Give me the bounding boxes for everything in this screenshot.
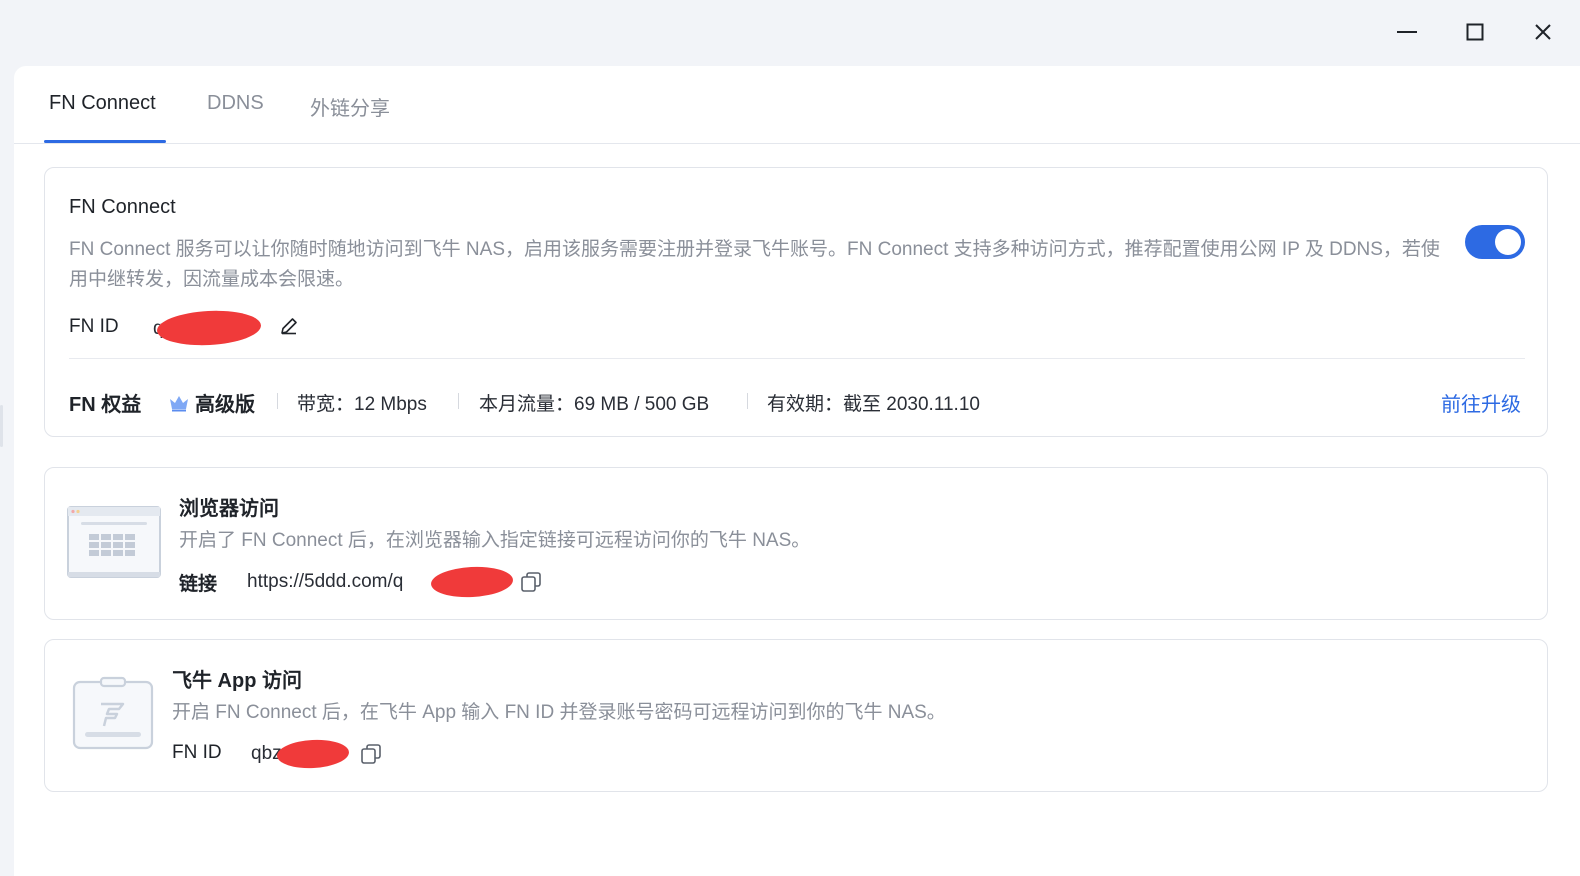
fn-connect-toggle[interactable] — [1465, 225, 1525, 259]
maximize-button[interactable] — [1455, 14, 1495, 50]
separator — [747, 393, 748, 409]
edit-icon — [281, 318, 297, 335]
app-access-description: 开启 FN Connect 后，在飞牛 App 输入 FN ID 并登录账号密码… — [172, 702, 946, 723]
tier-badge: 高级版 — [169, 388, 255, 417]
tab-ddns[interactable]: DDNS — [207, 92, 264, 115]
toggle-knob — [1495, 229, 1521, 255]
separator — [458, 393, 459, 409]
tab-external-share[interactable]: 外链分享 — [310, 92, 390, 121]
browser-access-title: 浏览器访问 — [179, 498, 279, 520]
link-value: https://5ddd.com/q — [247, 571, 404, 592]
copy-link-button[interactable] — [519, 570, 543, 594]
link-label: 链接 — [179, 574, 218, 595]
fn-connect-card: FN Connect FN Connect 服务可以让你随时随地访问到飞牛 NA… — [44, 167, 1548, 437]
browser-illustration-icon — [67, 506, 161, 578]
app-access-card: 飞牛 App 访问 开启 FN Connect 后，在飞牛 App 输入 FN … — [44, 639, 1548, 792]
app-illustration-icon — [72, 676, 154, 750]
edit-fn-id-button[interactable] — [277, 314, 301, 338]
copy-icon — [521, 572, 541, 592]
resize-handle — [0, 405, 3, 447]
browser-access-card: 浏览器访问 开启了 FN Connect 后，在浏览器输入指定链接可远程访问你的… — [44, 467, 1548, 620]
tab-fn-connect[interactable]: FN Connect — [49, 92, 156, 115]
fn-connect-title: FN Connect — [69, 196, 176, 218]
tier-label: 高级版 — [195, 394, 255, 416]
bandwidth-info: 带宽：12 Mbps — [297, 394, 427, 415]
copy-fn-id-button[interactable] — [359, 742, 383, 766]
close-button[interactable] — [1523, 14, 1563, 50]
redaction-mark — [156, 308, 262, 348]
minimize-button[interactable] — [1387, 14, 1427, 50]
fn-id-label: FN ID — [69, 316, 119, 337]
validity-info: 有效期：截至 2030.11.10 — [767, 394, 980, 415]
minimize-icon — [1397, 31, 1417, 33]
browser-access-description: 开启了 FN Connect 后，在浏览器输入指定链接可远程访问你的飞牛 NAS… — [179, 530, 811, 551]
app-access-title: 飞牛 App 访问 — [172, 670, 302, 692]
app-fn-id-label: FN ID — [172, 742, 222, 763]
tab-bar: FN Connect DDNS 外链分享 — [14, 66, 1580, 144]
active-tab-indicator — [44, 140, 166, 143]
crown-icon — [170, 395, 188, 411]
fn-connect-description: FN Connect 服务可以让你随时随地访问到飞牛 NAS，启用该服务需要注册… — [69, 239, 1440, 290]
traffic-info: 本月流量：69 MB / 500 GB — [479, 394, 710, 415]
card-divider — [69, 358, 1525, 359]
title-bar — [0, 0, 1580, 64]
redaction-mark — [276, 738, 350, 770]
redaction-mark — [430, 564, 514, 600]
maximize-icon — [1466, 23, 1484, 41]
upgrade-link[interactable]: 前往升级 — [1441, 388, 1521, 417]
separator — [277, 393, 278, 409]
close-icon — [1535, 24, 1551, 40]
fn-benefits-label: FN 权益 — [69, 394, 142, 416]
main-panel: FN Connect DDNS 外链分享 FN Connect FN Conne… — [14, 66, 1580, 876]
copy-icon — [361, 744, 381, 764]
